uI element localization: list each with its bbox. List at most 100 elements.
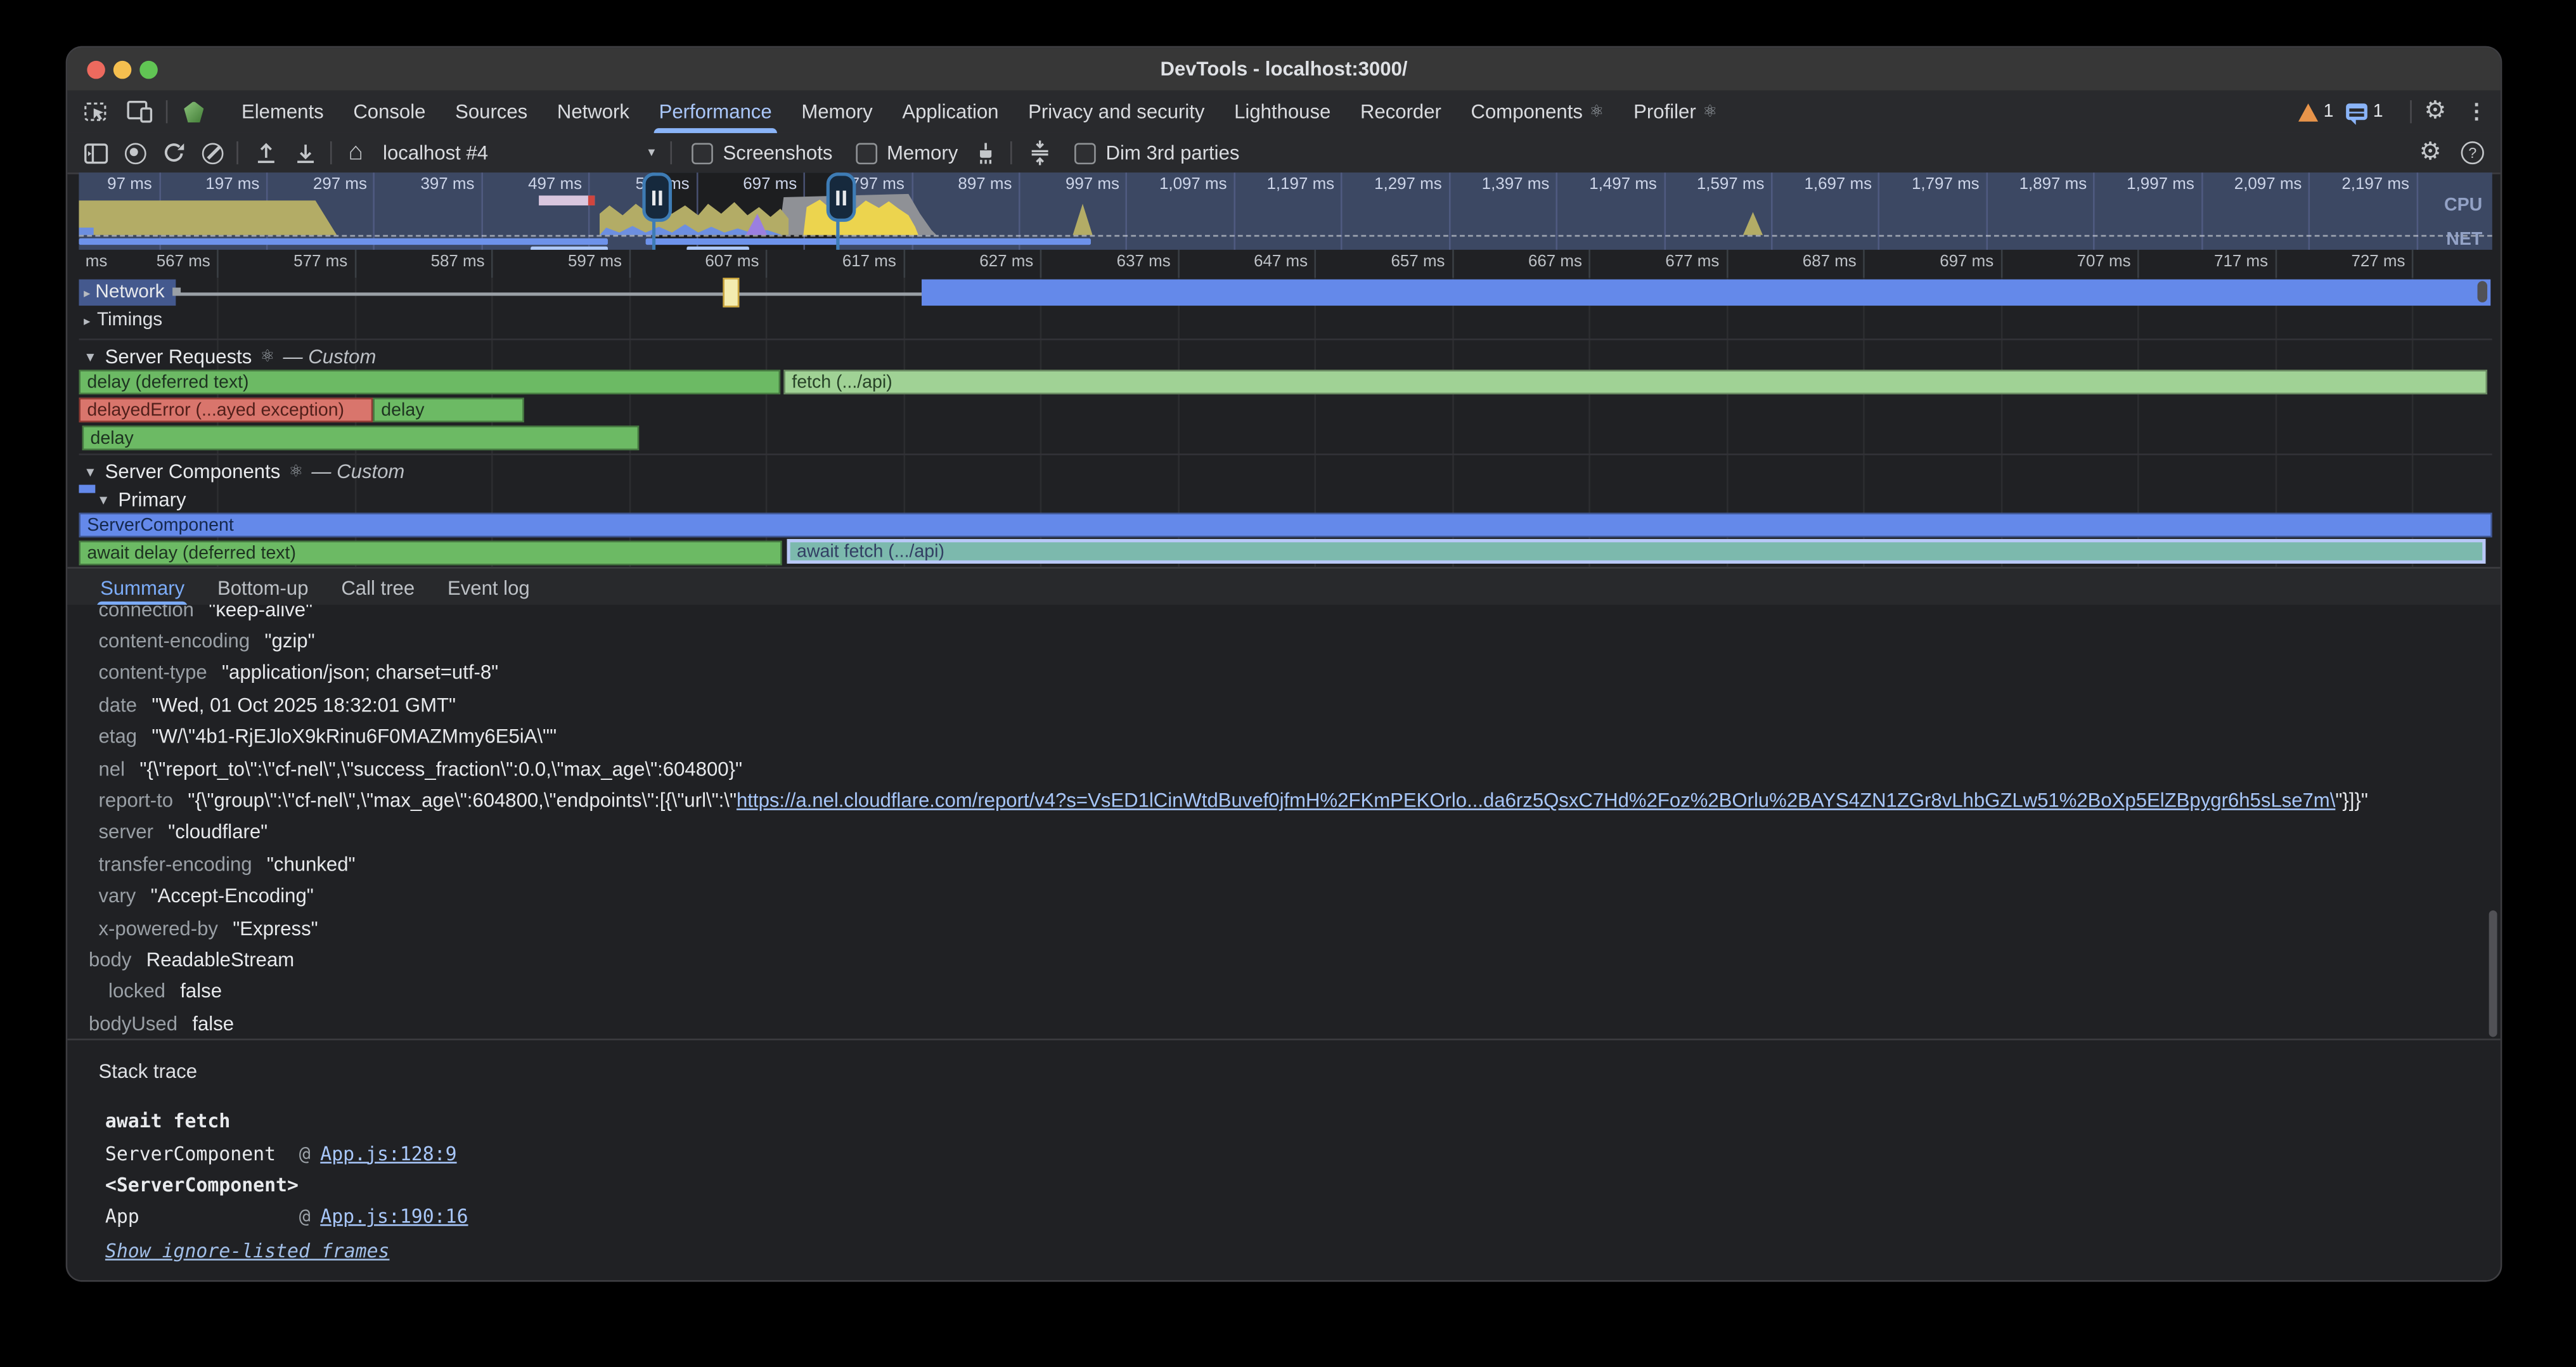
warning-count[interactable]: 1 [2324,102,2334,122]
timings-track-header[interactable]: ▸ Timings [84,311,162,330]
header-key: body [89,948,131,971]
tab-network[interactable]: Network [543,91,645,133]
checkbox-box[interactable] [1074,142,1096,164]
header-value: "{\"report_to\":\"cf-nel\",\"success_fra… [139,757,742,780]
ruler-tick [1726,250,1728,278]
toggle-sidebar-icon[interactable] [84,142,108,164]
checkbox-box[interactable] [856,142,877,164]
network-track-header[interactable]: ▸ Network [79,280,176,306]
tab-sources[interactable]: Sources [441,91,543,133]
dim-3rd-parties-checkbox[interactable]: Dim 3rd parties [1074,141,1239,164]
garbage-collect-icon[interactable] [974,141,997,165]
header-key: bodyUsed [89,1012,177,1035]
header-row: content-encoding"gzip" [67,625,2501,657]
timeline-minimap[interactable]: 97 ms197 ms297 ms397 ms497 ms597 ms697 m… [79,172,2492,250]
show-ignore-listed-frames-link[interactable]: Show ignore-listed frames [67,1234,2501,1266]
selection-left-handle[interactable] [642,172,672,222]
stack-frame: await fetch [67,1105,2501,1137]
checkbox-box[interactable] [692,142,713,164]
stack-frame-name: ServerComponent [105,1141,299,1164]
help-icon[interactable]: ? [2461,141,2484,164]
device-toolbar-icon[interactable] [127,99,153,125]
primary-group-header[interactable]: ▼ Primary [97,488,186,511]
span-bar[interactable]: delayedError (...ayed exception) [79,398,373,422]
ruler-tick-label: 717 ms [2149,253,2268,271]
stack-location-link[interactable]: App.js:190:16 [320,1205,468,1228]
network-track-label: Network [95,283,164,302]
save-profile-icon[interactable] [294,141,317,164]
warning-icon[interactable] [2299,103,2319,121]
home-icon[interactable]: ⌂ [348,141,363,164]
tab-label: Privacy and security [1028,100,1204,123]
span-label: await fetch (.../api) [797,541,944,561]
issues-message-icon[interactable] [2347,103,2368,120]
record-button[interactable] [125,142,146,164]
span-bar[interactable]: delay [373,398,524,422]
kebab-menu-icon[interactable]: ⋮ [2466,99,2487,125]
tab-application[interactable]: Application [887,91,1014,133]
capture-settings-gear-icon[interactable]: ⚙ [2419,139,2442,165]
ruler-tick [2137,250,2139,278]
primary-group-label: Primary [118,488,186,511]
ruler-tick [491,250,493,278]
ruler-tick-label: 627 ms [915,253,1034,271]
screenshots-checkbox[interactable]: Screenshots [692,141,832,164]
stack-location-link[interactable]: App.js:128:9 [320,1141,456,1164]
tab-event-log[interactable]: Event log [431,569,546,607]
server-requests-track-header[interactable]: ▼ Server Requests ⚛ — Custom [84,345,376,368]
toolbar-separator [671,141,673,164]
tab-memory[interactable]: Memory [787,91,887,133]
timeline-ruler: ms 567 ms577 ms587 ms597 ms607 ms617 ms6… [79,250,2492,280]
settings-gear-icon[interactable]: ⚙ [2424,99,2446,125]
tab-call-tree[interactable]: Call tree [325,569,431,607]
network-request-selected-marker[interactable] [723,278,739,308]
span-bar[interactable]: delay [82,425,640,450]
ruler-tick [354,250,356,278]
selection-right-handle[interactable] [827,172,856,222]
span-bar[interactable]: fetch (.../api) [783,370,2487,394]
tab-elements[interactable]: Elements [227,91,338,133]
inspect-element-icon[interactable] [84,99,110,125]
ruler-tick [2412,250,2414,278]
dropdown-arrow-icon: ▼ [646,147,657,159]
collapse-tracks-icon[interactable] [1029,139,1052,165]
tab-recorder[interactable]: Recorder [1346,91,1457,133]
tab-lighthouse[interactable]: Lighthouse [1220,91,1346,133]
summary-pane: connection"keep-alive"content-encoding"g… [67,605,2501,1280]
tab-privacy-and-security[interactable]: Privacy and security [1014,91,1220,133]
ruler-tick-label: 577 ms [229,253,348,271]
react-atom-icon: ⚛ [1703,103,1717,121]
tab-components[interactable]: Components⚛ [1456,91,1619,133]
history-select[interactable]: localhost #4 ▼ [383,141,657,164]
memory-checkbox[interactable]: Memory [856,141,958,164]
summary-vertical-scrollbar[interactable] [2489,910,2497,1037]
report-to-link[interactable]: https://a.nel.cloudflare.com/report/v4?s… [737,789,2335,812]
tab-console[interactable]: Console [338,91,441,133]
tab-bottom-up[interactable]: Bottom-up [201,569,325,607]
toolbar-separator [1010,141,1012,164]
span-bar[interactable]: await delay (deferred text) [79,540,782,564]
ruler-tick [217,250,219,278]
span-bar[interactable]: delay (deferred text) [79,370,780,394]
tab-summary[interactable]: Summary [84,569,201,607]
header-value: "chunked" [267,853,356,876]
network-request-bar[interactable] [922,280,2490,306]
header-value-suffix: "}]}" [2335,789,2368,812]
load-profile-icon[interactable] [255,141,278,164]
clear-button[interactable] [202,142,224,164]
stack-frame-name: <ServerComponent> [105,1173,299,1196]
header-key: content-type [99,661,207,684]
tracks-vertical-scrollbar[interactable] [2477,281,2487,302]
selected-span-bar[interactable]: await fetch (.../api) [787,538,2485,563]
tabbar-right: 1 1 ⚙ ⋮ [2299,99,2487,125]
span-bar[interactable]: ServerComponent [79,513,2492,538]
reload-and-record-button[interactable] [163,141,186,164]
stack-trace-divider [67,1039,2501,1041]
header-value: "cloudflare" [168,820,267,843]
server-components-track-header[interactable]: ▼ Server Components ⚛ — Custom [84,460,404,483]
ruler-tick-label: 637 ms [1052,253,1171,271]
message-count[interactable]: 1 [2373,102,2383,122]
header-row: x-powered-by"Express" [67,912,2501,943]
tab-profiler[interactable]: Profiler⚛ [1619,91,1732,133]
tab-performance[interactable]: Performance [644,91,787,133]
